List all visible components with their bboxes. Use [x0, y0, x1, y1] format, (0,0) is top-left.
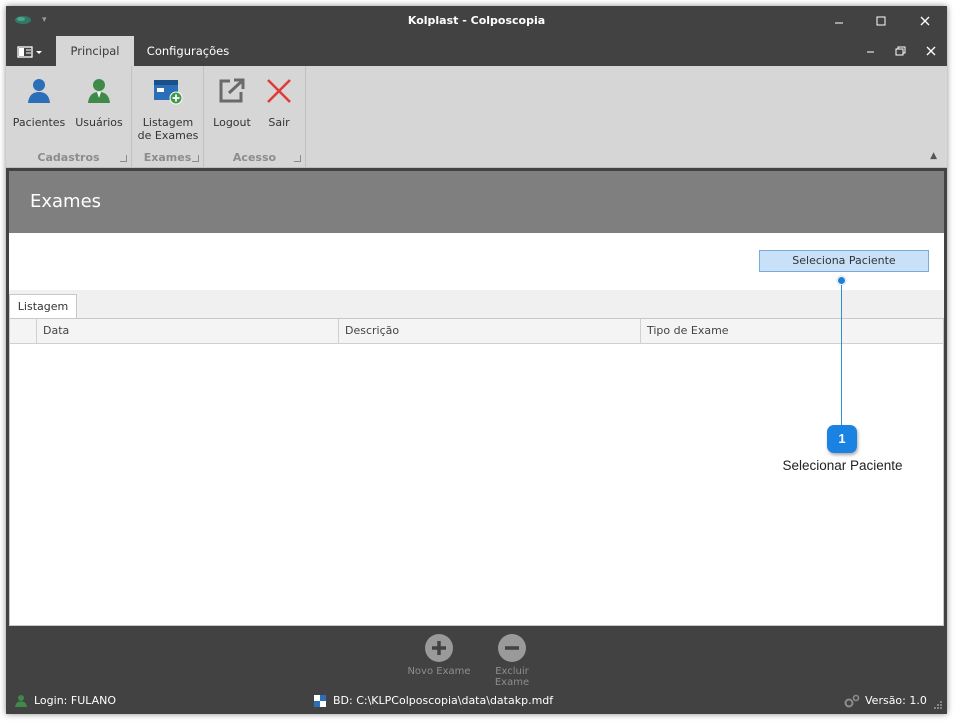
user-green-icon [88, 79, 110, 103]
ribbon: Pacientes Usuários Cadastros Listagem de… [6, 66, 947, 168]
user-icon [28, 79, 50, 103]
minus-circle-icon [498, 634, 526, 662]
tab-listagem[interactable]: Listagem [9, 294, 77, 319]
ribbon-group-acesso: Logout Sair Acesso [204, 66, 306, 168]
title-bar: ▾ Kolplast - Colposcopia [6, 6, 947, 36]
app-menu-icon [17, 46, 42, 58]
collapse-ribbon-icon[interactable]: ▲ [930, 151, 937, 161]
dialog-launcher-icon[interactable] [120, 155, 127, 162]
column-header-data[interactable]: Data [36, 319, 338, 344]
ribbon-tab-bar: Principal Configurações [6, 36, 947, 66]
app-window: ▾ Kolplast - Colposcopia Principal Confi… [6, 6, 947, 714]
callout-anchor-dot [837, 276, 846, 285]
app-menu-button[interactable] [16, 44, 44, 60]
action-bar: Novo Exame Excluir Exame [9, 626, 944, 688]
pacientes-label: Pacientes [12, 116, 66, 129]
listagem-exames-label: Listagem de Exames [137, 116, 199, 142]
excluir-exame-button[interactable]: Excluir Exame [477, 634, 547, 688]
close-icon [926, 46, 936, 56]
ribbon-group-exames: Listagem de Exames Exames [132, 66, 204, 168]
usuarios-button[interactable]: Usuários [70, 72, 128, 152]
seleciona-paciente-button[interactable]: Seleciona Paciente [759, 250, 929, 272]
novo-exame-label: Novo Exame [407, 666, 471, 677]
plus-circle-icon [425, 634, 453, 662]
gears-icon [844, 694, 860, 708]
callout-text: Selecionar Paciente [782, 458, 903, 473]
close-red-icon [267, 79, 291, 103]
ribbon-group-cadastros: Pacientes Usuários Cadastros [6, 66, 132, 168]
logout-button[interactable]: Logout [208, 72, 256, 152]
minimize-button[interactable] [828, 11, 850, 31]
excluir-exame-label: Excluir Exame [494, 666, 530, 688]
status-login: Login: FULANO [34, 694, 117, 707]
mdi-minimize-button[interactable] [862, 43, 880, 59]
dialog-launcher-icon[interactable] [192, 155, 199, 162]
page-header: Exames [9, 171, 944, 233]
user-green-icon [15, 695, 27, 707]
grid-header: Data Descrição Tipo de Exame [10, 319, 943, 344]
callout-line [841, 280, 842, 427]
status-version: Versão: 1.0 [865, 694, 927, 707]
tab-principal[interactable]: Principal [56, 36, 134, 66]
dialog-launcher-icon[interactable] [294, 155, 301, 162]
novo-exame-button[interactable]: Novo Exame [404, 634, 474, 677]
logout-icon [219, 78, 245, 103]
listagem-exames-button[interactable]: Listagem de Exames [136, 72, 200, 152]
page-title: Exames [30, 191, 102, 212]
sair-label: Sair [268, 116, 290, 129]
tab-configuracoes[interactable]: Configurações [144, 36, 232, 66]
sair-button[interactable]: Sair [256, 72, 302, 152]
resize-grip-icon[interactable] [933, 700, 943, 710]
usuarios-label: Usuários [75, 116, 123, 129]
status-database-path: BD: C:\KLPColposcopia\data\datakp.mdf [333, 694, 554, 707]
close-icon [920, 16, 930, 26]
maximize-icon [876, 16, 886, 26]
mdi-close-button[interactable] [922, 43, 940, 59]
column-header-tipo-exame[interactable]: Tipo de Exame [640, 319, 943, 344]
logout-label: Logout [213, 116, 251, 129]
group-label-acesso: Acesso [232, 151, 277, 164]
content-tabstrip: Listagem [9, 290, 944, 319]
database-icon [314, 695, 326, 707]
grid-indicator-column [10, 319, 36, 344]
mdi-restore-button[interactable] [892, 43, 910, 59]
callout-number-badge: 1 [827, 425, 857, 453]
window-title: Kolplast - Colposcopia [407, 14, 546, 27]
pacientes-button[interactable]: Pacientes [10, 72, 68, 152]
restore-icon [895, 46, 906, 56]
minimize-icon [835, 22, 843, 24]
main-content: Exames Seleciona Paciente Listagem Data … [9, 171, 944, 688]
maximize-button[interactable] [870, 11, 892, 31]
column-header-descricao[interactable]: Descrição [338, 319, 640, 344]
group-label-cadastros: Cadastros [37, 151, 100, 164]
close-window-button[interactable] [914, 11, 936, 31]
minimize-icon [867, 51, 874, 53]
exam-list-add-icon [154, 80, 183, 105]
status-bar: Login: FULANO BD: C:\KLPColposcopia\data… [6, 687, 947, 714]
